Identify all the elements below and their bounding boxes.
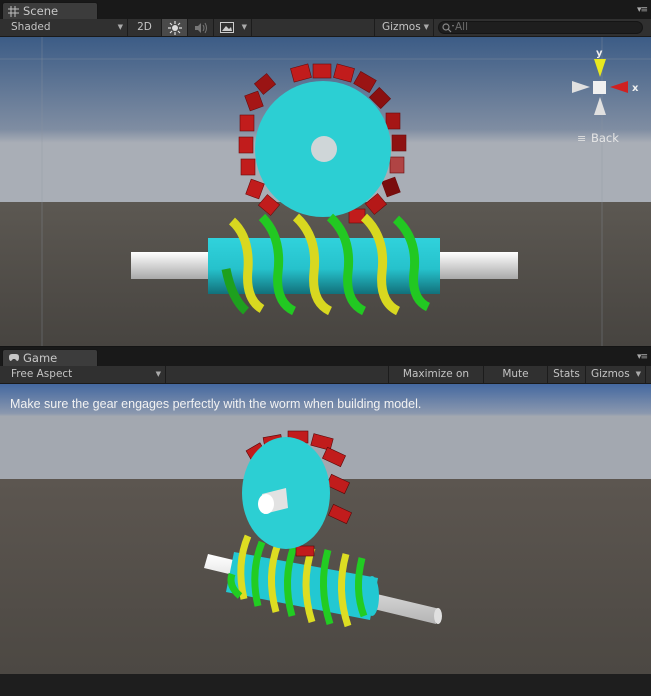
game-bottom-bar xyxy=(0,674,651,696)
aspect-value: Free Aspect xyxy=(11,368,73,380)
scene-viewport[interactable]: y x ≡ Back xyxy=(0,37,651,346)
game-viewport[interactable]: Make sure the gear engages perfectly wit… xyxy=(0,384,651,674)
gizmo-back-label: Back xyxy=(591,131,619,145)
lighting-toggle[interactable] xyxy=(162,19,188,36)
shading-mode-value: Shaded xyxy=(11,21,51,33)
audio-toggle[interactable] xyxy=(188,19,214,36)
image-icon xyxy=(220,22,234,33)
gear-hub xyxy=(311,136,337,162)
scene-toolbar: Shaded ▼ 2D ▼ Gizmos ▼ All xyxy=(0,19,651,37)
stats-label: Stats xyxy=(553,368,580,380)
game-panel: Game ▾≡ Free Aspect ▼ Maximize on Play M… xyxy=(0,347,651,696)
search-input[interactable]: All xyxy=(438,21,643,34)
search-icon xyxy=(442,23,454,33)
toggle-2d-button[interactable]: 2D xyxy=(128,19,162,36)
toggle-2d-label: 2D xyxy=(137,21,152,33)
menu-icon[interactable]: ▾≡ xyxy=(637,352,648,362)
chevron-down-icon: ▼ xyxy=(423,23,429,31)
aspect-dropdown[interactable]: Free Aspect ▼ xyxy=(0,366,166,383)
scene-gizmos-label: Gizmos xyxy=(382,21,421,33)
game-tabbar: Game ▾≡ xyxy=(0,347,651,366)
scene-tab-icon xyxy=(8,6,19,17)
game-toolbar: Free Aspect ▼ Maximize on Play Mute audi… xyxy=(0,366,651,397)
game-gizmos-label: Gizmos xyxy=(591,368,630,380)
scene-tab-label: Scene xyxy=(23,4,59,18)
scene-gizmos-dropdown[interactable]: Gizmos ▼ xyxy=(374,19,434,36)
hint-overlay-text: Make sure the gear engages perfectly wit… xyxy=(10,397,421,411)
chevron-down-icon: ▼ xyxy=(241,23,247,31)
gizmo-hamburger-icon: ≡ xyxy=(577,132,586,145)
gizmo-axis-x: x xyxy=(632,83,639,94)
game-gizmos-dropdown[interactable]: Gizmos ▼ xyxy=(586,366,646,383)
game-tab-label: Game xyxy=(23,351,58,365)
chevron-down-icon: ▼ xyxy=(635,370,641,378)
menu-icon[interactable]: ▾≡ xyxy=(637,5,648,15)
scene-tabbar: Scene ▾≡ xyxy=(0,0,651,19)
effects-dropdown[interactable]: ▼ xyxy=(214,19,252,36)
tab-scene[interactable]: Scene xyxy=(2,2,98,19)
chevron-down-icon: ▼ xyxy=(155,370,161,378)
gizmo-axis-y: y xyxy=(596,48,603,59)
search-placeholder: All xyxy=(455,21,469,33)
chevron-down-icon: ▼ xyxy=(117,23,123,31)
mute-audio-toggle[interactable]: Mute audio xyxy=(484,366,548,397)
audio-icon xyxy=(195,22,207,34)
sun-icon xyxy=(168,21,182,35)
scene-panel: Scene ▾≡ Shaded ▼ 2D ▼ Gizmos ▼ All y x … xyxy=(0,0,651,346)
game-tab-icon xyxy=(8,353,19,363)
maximize-on-play-toggle[interactable]: Maximize on Play xyxy=(388,366,484,397)
shading-mode-dropdown[interactable]: Shaded ▼ xyxy=(0,19,128,36)
stats-toggle[interactable]: Stats xyxy=(548,366,586,383)
tab-game[interactable]: Game xyxy=(2,349,98,366)
